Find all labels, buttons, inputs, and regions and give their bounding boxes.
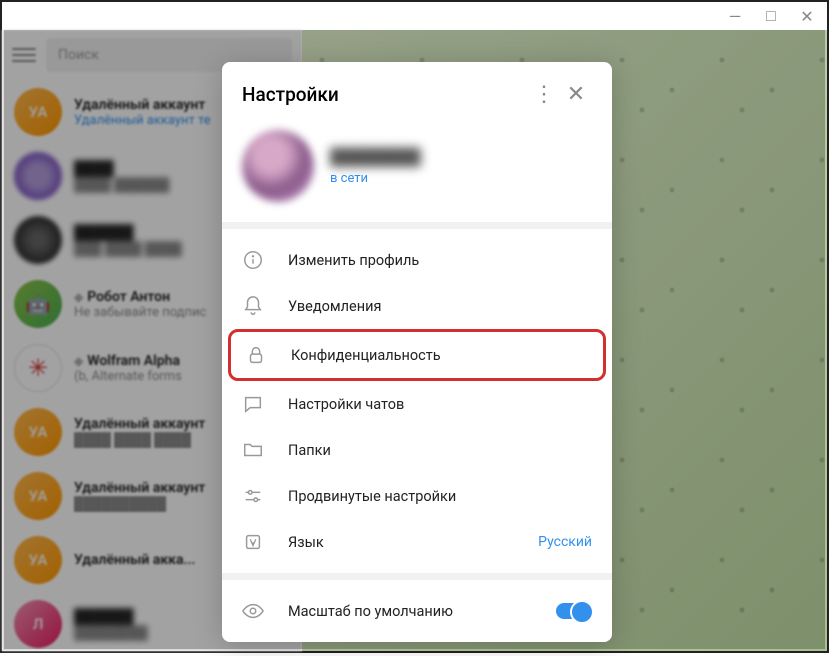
menu-item-lock[interactable]: Конфиденциальность xyxy=(228,329,606,381)
menu-value: Русский xyxy=(538,534,592,550)
chat-icon xyxy=(242,393,264,415)
chat-avatar: УА xyxy=(14,472,62,520)
menu-item-lang[interactable]: Язык Русский xyxy=(222,519,612,565)
window-minimize[interactable]: — xyxy=(723,7,747,26)
menu-label: Конфиденциальность xyxy=(291,347,441,364)
profile-username: ████████ xyxy=(330,147,421,167)
more-icon[interactable]: ⋮ xyxy=(528,78,560,110)
menu-label: Уведомления xyxy=(288,298,381,315)
menu-label: Продвинутые настройки xyxy=(288,488,456,505)
menu-item-chat[interactable]: Настройки чатов xyxy=(222,381,612,427)
settings-modal: Настройки ⋮ ✕ ████████ в сети Изменить п… xyxy=(222,62,612,642)
bell-icon xyxy=(242,295,264,317)
profile-status: в сети xyxy=(330,171,421,186)
chat-avatar: 🤖 xyxy=(14,280,62,328)
chat-avatar: УА xyxy=(14,408,62,456)
scale-toggle[interactable] xyxy=(556,603,592,619)
folder-icon xyxy=(242,439,264,461)
chat-avatar: УА xyxy=(14,536,62,584)
window-close[interactable]: ✕ xyxy=(795,7,819,26)
menu-item-bell[interactable]: Уведомления xyxy=(222,283,612,329)
chat-avatar xyxy=(14,216,62,264)
menu-item-info[interactable]: Изменить профиль xyxy=(222,237,612,283)
close-icon[interactable]: ✕ xyxy=(560,78,592,110)
menu-label: Язык xyxy=(288,534,324,551)
menu-label: Папки xyxy=(288,442,331,459)
window-maximize[interactable]: □ xyxy=(759,6,783,26)
verified-icon: ◈ xyxy=(74,354,83,368)
menu-label: Масштаб по умолчанию xyxy=(288,603,453,620)
menu-label: Изменить профиль xyxy=(288,252,419,269)
chat-avatar: ✳ xyxy=(14,344,62,392)
menu-icon[interactable] xyxy=(12,43,36,67)
menu-item-folder[interactable]: Папки xyxy=(222,427,612,473)
menu-label: Настройки чатов xyxy=(288,396,404,413)
eye-icon xyxy=(242,600,264,622)
lang-icon xyxy=(242,531,264,553)
verified-icon: ◈ xyxy=(74,290,83,304)
chat-avatar xyxy=(14,152,62,200)
window-titlebar: — □ ✕ xyxy=(2,2,827,30)
modal-title: Настройки xyxy=(242,83,528,106)
profile-avatar[interactable] xyxy=(242,130,314,202)
menu-item-sliders[interactable]: Продвинутые настройки xyxy=(222,473,612,519)
lock-icon xyxy=(245,344,267,366)
info-icon xyxy=(242,249,264,271)
sliders-icon xyxy=(242,485,264,507)
menu-item-scale[interactable]: Масштаб по умолчанию xyxy=(222,588,612,634)
chat-avatar: Л xyxy=(14,600,62,648)
chat-avatar: УА xyxy=(14,88,62,136)
